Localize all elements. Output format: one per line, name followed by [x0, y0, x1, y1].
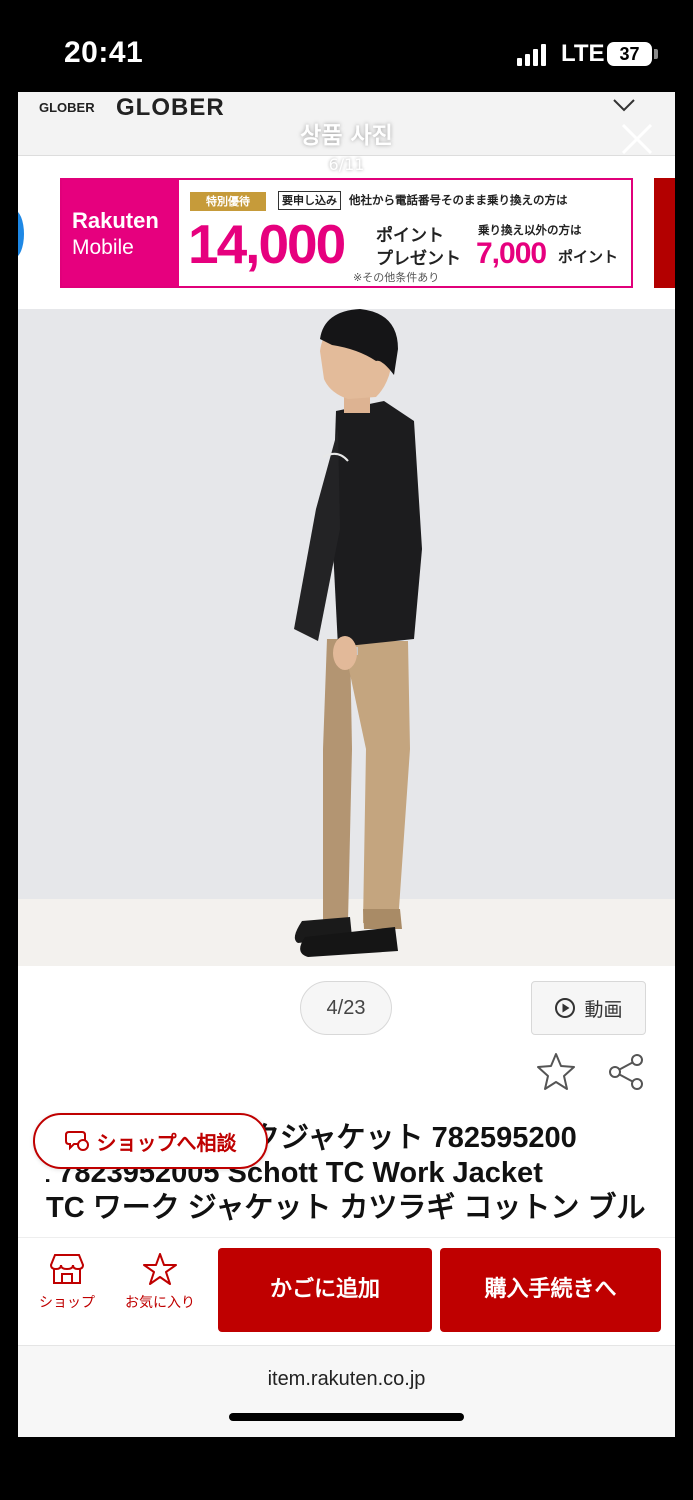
star-icon [143, 1253, 177, 1285]
rakuten-mobile-logo: Rakuten Mobile [62, 180, 179, 286]
banner-points-suffix: ポイント [558, 248, 619, 266]
banner-points-line1: ポイント [376, 226, 444, 246]
network-label: LTE [561, 40, 605, 67]
banner-points-line2: プレゼント [376, 249, 461, 269]
star-icon[interactable] [536, 1051, 576, 1091]
banner-condition: 他社から電話番号そのまま乗り換えの方は [349, 193, 568, 207]
image-pager: 4/23 [300, 981, 392, 1035]
status-bar: 20:41 LTE 37 [0, 0, 693, 92]
add-to-cart-button[interactable]: かごに追加 [218, 1248, 432, 1332]
close-icon[interactable] [620, 122, 654, 156]
battery-tip [654, 49, 658, 59]
shop-chat-button[interactable]: ショップへ相談 [33, 1113, 268, 1169]
screenshot-frame: GLOBER GLOBER 상품 사진 6/11 Rakuten Mobile … [18, 92, 675, 1437]
nav-favorite-label: お気に入り [125, 1295, 195, 1311]
viewer-counter: 6/11 [328, 155, 365, 174]
product-photo[interactable] [18, 309, 675, 966]
nav-favorite[interactable]: お気に入り [120, 1252, 200, 1312]
logo-line1: Rakuten [72, 208, 159, 233]
nav-shop[interactable]: ショップ [27, 1252, 107, 1312]
viewer-title: 상품 사진 [300, 123, 393, 149]
banner-note: ※その他条件あり [353, 271, 440, 284]
promo-banner[interactable]: Rakuten Mobile 特別優待 要申し込み 他社から電話番号そのまま乗り… [60, 178, 633, 288]
chat-icon [64, 1131, 89, 1151]
share-icon[interactable] [607, 1053, 645, 1091]
carousel-prev-edge[interactable] [18, 210, 24, 258]
chevron-down-icon[interactable] [612, 96, 636, 116]
model-illustration [18, 309, 675, 966]
logo-line2: Mobile [72, 236, 134, 259]
banner-apply-badge: 要申し込み [278, 191, 341, 210]
video-button[interactable]: 動画 [531, 981, 646, 1035]
play-icon [555, 998, 576, 1018]
action-bar: ショップ お気に入り かごに追加 購入手続きへ [18, 1237, 675, 1345]
product-title-line3: TC ワーク ジャケット カツラギ コットン ブル [46, 1192, 646, 1224]
banner-amount-secondary: 7,000 [476, 237, 547, 270]
nav-shop-label: ショップ [39, 1295, 95, 1311]
video-label: 動画 [584, 998, 623, 1021]
url-text: item.rakuten.co.jp [267, 1368, 426, 1390]
browser-url-bar[interactable]: item.rakuten.co.jp [18, 1345, 675, 1437]
banner-amount: 14,000 [188, 213, 346, 275]
shop-icon [49, 1254, 85, 1284]
carousel-next-edge[interactable] [654, 178, 675, 288]
battery-icon: 37 [607, 42, 652, 66]
brand-logo-small[interactable]: GLOBER [39, 100, 95, 115]
shop-chat-label: ショップへ相談 [96, 1130, 237, 1155]
signal-icon [517, 44, 546, 66]
status-time: 20:41 [64, 36, 144, 69]
checkout-button[interactable]: 購入手続きへ [440, 1248, 661, 1332]
banner-tag: 特別優待 [190, 192, 266, 211]
home-indicator[interactable] [229, 1413, 464, 1421]
